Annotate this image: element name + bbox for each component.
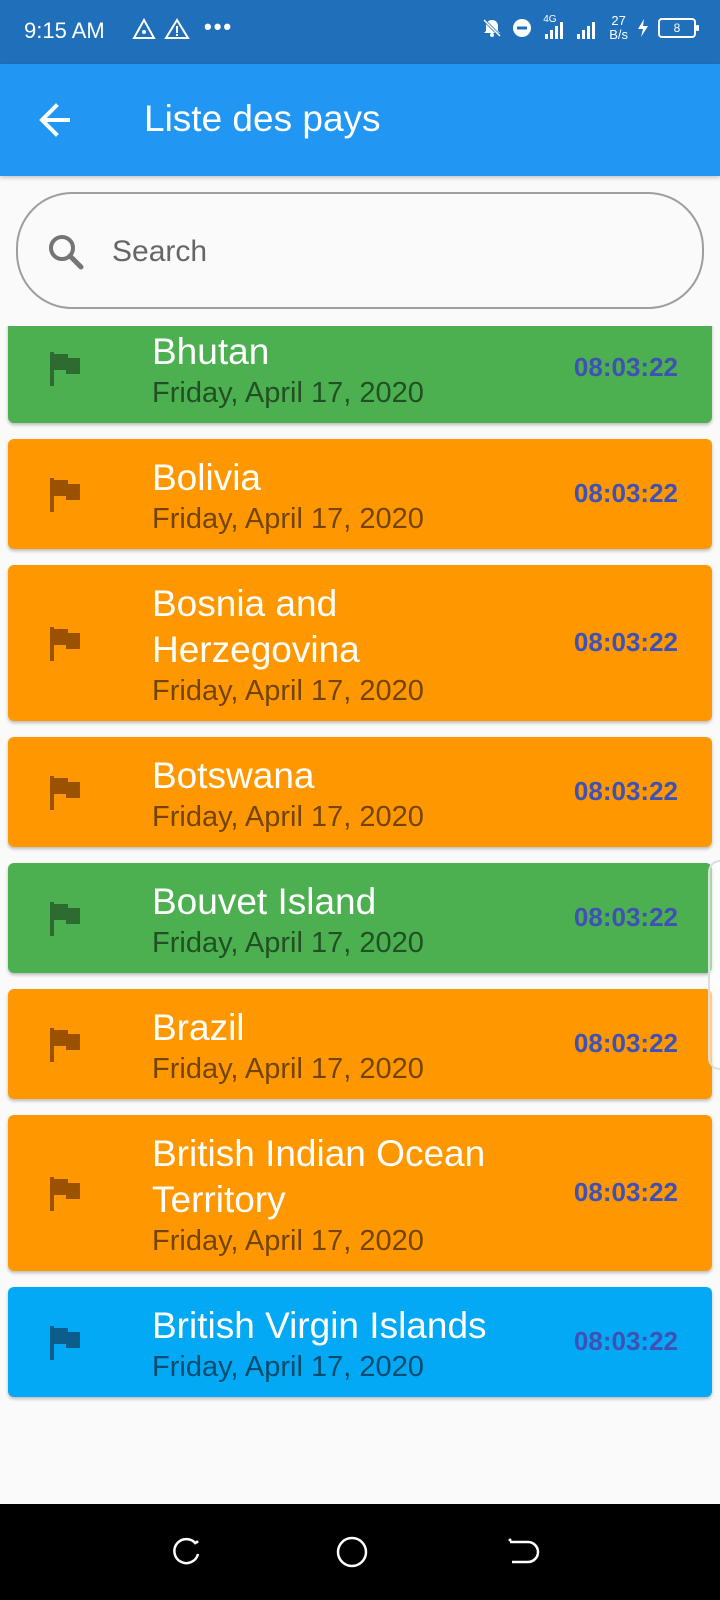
flag-icon: [50, 352, 80, 386]
signal-icon: [577, 22, 596, 39]
network-speed: 27 B/s: [609, 14, 628, 42]
do-not-disturb-icon: [513, 19, 532, 37]
charging-icon: [638, 19, 648, 37]
navigation-bar: [0, 1504, 720, 1600]
warning-icon: [164, 18, 190, 39]
country-date: Friday, April 17, 2020: [152, 377, 424, 409]
search-icon: [49, 235, 84, 270]
flag-icon: [50, 1177, 80, 1211]
flag-icon: [50, 776, 80, 810]
country-time: 08:03:22: [573, 902, 678, 932]
country-name: Bouvet Island: [152, 881, 377, 922]
country-time: 08:03:22: [573, 1326, 678, 1356]
battery-icon: 8: [658, 18, 699, 38]
country-card[interactable]: Botswana Friday, April 17, 2020 08:03:22: [8, 737, 712, 847]
home-icon[interactable]: [334, 1534, 370, 1570]
card-text: Botswana Friday, April 17, 2020: [152, 753, 552, 835]
triangle-icon: [132, 18, 156, 39]
search-box[interactable]: [16, 192, 704, 309]
country-time: 08:03:22: [573, 776, 678, 806]
card-text: British Virgin Islands Friday, April 17, …: [152, 1303, 552, 1385]
flag-icon: [50, 627, 80, 661]
country-name: Bhutan: [152, 331, 270, 372]
status-time: 9:15 AM: [24, 18, 105, 43]
country-time: 08:03:22: [573, 1028, 678, 1058]
bell-off-icon: [483, 18, 502, 38]
flag-icon: [50, 1028, 80, 1062]
search-input[interactable]: [112, 224, 672, 280]
flag-icon: [50, 902, 80, 936]
back-icon[interactable]: [504, 1534, 540, 1570]
status-right-icons: 4G 27 B/s 8: [481, 14, 699, 42]
country-name: Brazil: [152, 1007, 245, 1048]
speed-unit: B/s: [609, 27, 628, 42]
app-bar: Liste des pays: [0, 64, 720, 176]
recent-apps-icon[interactable]: [168, 1534, 204, 1570]
country-card[interactable]: British Virgin Islands Friday, April 17, …: [8, 1287, 712, 1397]
card-text: Bhutan Friday, April 17, 2020: [152, 329, 552, 411]
flag-icon: [50, 1326, 80, 1360]
country-card[interactable]: Brazil Friday, April 17, 2020 08:03:22: [8, 989, 712, 1099]
card-text: British Indian Ocean Territory Friday, Ap…: [152, 1131, 552, 1259]
country-date: Friday, April 17, 2020: [152, 801, 424, 833]
country-date: Friday, April 17, 2020: [152, 927, 424, 959]
status-bar: 9:15 AM ••• 4G 27 B/s 8: [0, 0, 720, 64]
country-card[interactable]: Bosnia and Herzegovina Friday, April 17, …: [8, 565, 712, 721]
country-list-items: Bhutan Friday, April 17, 2020 08:03:22 Boli…: [0, 326, 720, 1413]
speed-value: 27: [611, 13, 626, 28]
country-time: 08:03:22: [573, 627, 678, 657]
flag-icon: [50, 478, 80, 512]
country-time: 08:03:22: [573, 478, 678, 508]
country-time: 08:03:22: [573, 352, 678, 382]
country-name: British Virgin Islands: [152, 1305, 487, 1346]
arrow-left-icon[interactable]: [36, 100, 76, 140]
country-date: Friday, April 17, 2020: [152, 1225, 424, 1257]
country-list[interactable]: Bhutan Friday, April 17, 2020 08:03:22 Boli…: [0, 326, 720, 1504]
country-name: British Indian Ocean Territory: [152, 1133, 486, 1220]
card-text: Bolivia Friday, April 17, 2020: [152, 455, 552, 537]
country-time: 08:03:22: [573, 1177, 678, 1207]
country-card[interactable]: Bolivia Friday, April 17, 2020 08:03:22: [8, 439, 712, 549]
edge-panel-handle[interactable]: [708, 860, 720, 1070]
card-text: Bosnia and Herzegovina Friday, April 17, …: [152, 581, 552, 709]
country-date: Friday, April 17, 2020: [152, 675, 424, 707]
status-left-icons: [132, 18, 190, 40]
country-card[interactable]: Bouvet Island Friday, April 17, 2020 08:03…: [8, 863, 712, 973]
signal-icon: 4G: [541, 14, 567, 40]
country-date: Friday, April 17, 2020: [152, 1351, 424, 1383]
country-date: Friday, April 17, 2020: [152, 503, 424, 535]
card-text: Brazil Friday, April 17, 2020: [152, 1005, 552, 1087]
page-title: Liste des pays: [144, 98, 381, 139]
country-name: Bolivia: [152, 457, 261, 498]
card-text: Bouvet Island Friday, April 17, 2020: [152, 879, 552, 961]
country-name: Botswana: [152, 755, 315, 796]
country-name: Bosnia and Herzegovina: [152, 583, 360, 670]
more-notifications-icon: •••: [204, 14, 234, 39]
country-card[interactable]: Bhutan Friday, April 17, 2020 08:03:22: [8, 326, 712, 423]
country-date: Friday, April 17, 2020: [152, 1053, 424, 1085]
country-card[interactable]: British Indian Ocean Territory Friday, Ap…: [8, 1115, 712, 1271]
